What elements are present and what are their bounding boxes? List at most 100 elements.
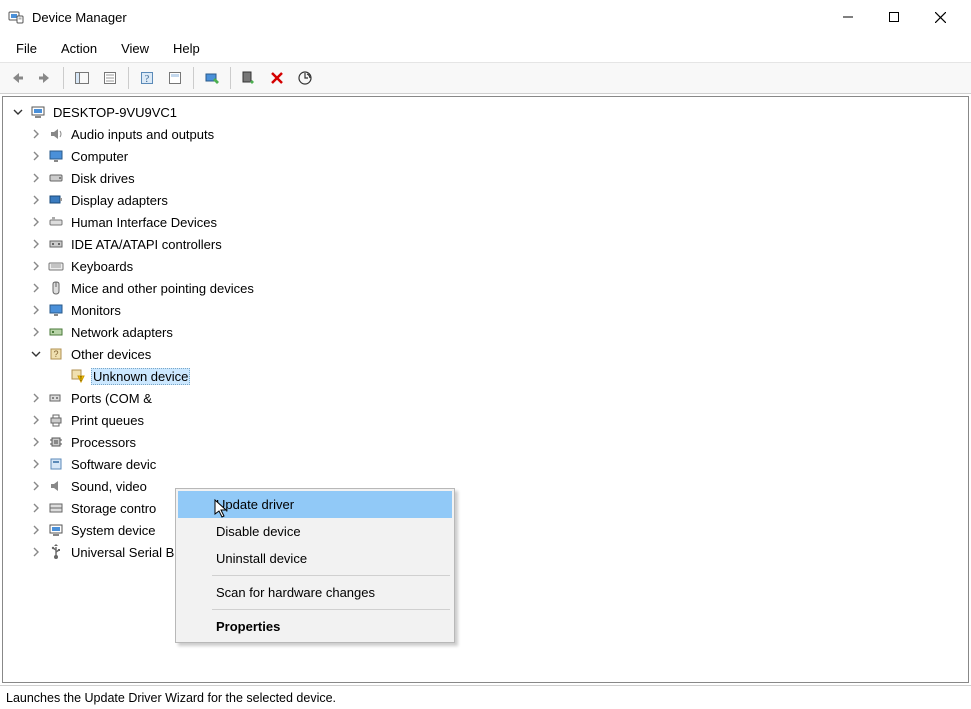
maximize-button[interactable] (871, 2, 917, 32)
context-menu-properties[interactable]: Properties (178, 613, 452, 640)
tree-node-ports[interactable]: Ports (COM & (5, 387, 966, 409)
forward-button[interactable] (32, 65, 58, 91)
tree-node-hid[interactable]: Human Interface Devices (5, 211, 966, 233)
close-button[interactable] (917, 2, 963, 32)
chevron-right-icon[interactable] (29, 501, 43, 515)
disk-icon (47, 169, 65, 187)
tree-node-network[interactable]: Network adapters (5, 321, 966, 343)
menu-help[interactable]: Help (163, 38, 210, 59)
tree-node-software[interactable]: Software devic (5, 453, 966, 475)
chevron-right-icon[interactable] (29, 413, 43, 427)
chevron-right-icon[interactable] (29, 259, 43, 273)
update-driver-button[interactable] (199, 65, 225, 91)
node-label: Display adapters (69, 192, 170, 209)
chevron-right-icon[interactable] (29, 479, 43, 493)
chevron-right-icon[interactable] (29, 237, 43, 251)
chevron-down-icon[interactable] (11, 105, 25, 119)
speaker-icon (47, 125, 65, 143)
ports-icon (47, 389, 65, 407)
chevron-right-icon[interactable] (29, 281, 43, 295)
menu-view[interactable]: View (111, 38, 159, 59)
menu-file[interactable]: File (6, 38, 47, 59)
tree-node-print[interactable]: Print queues (5, 409, 966, 431)
chevron-right-icon[interactable] (29, 391, 43, 405)
context-menu-disable-device[interactable]: Disable device (178, 518, 452, 545)
chevron-right-icon[interactable] (29, 303, 43, 317)
show-hide-console-tree-button[interactable] (69, 65, 95, 91)
node-root-label: DESKTOP-9VU9VC1 (51, 104, 179, 121)
toolbar-sep (128, 67, 129, 89)
uninstall-device-button[interactable] (264, 65, 290, 91)
context-menu-sep (212, 609, 450, 610)
chevron-right-icon[interactable] (29, 149, 43, 163)
node-label: Print queues (69, 412, 146, 429)
help-button[interactable]: ? (134, 65, 160, 91)
tree-node-audio[interactable]: Audio inputs and outputs (5, 123, 966, 145)
context-menu-update-driver[interactable]: Update driver (178, 491, 452, 518)
chevron-down-icon[interactable] (29, 347, 43, 361)
tree-node-display[interactable]: Display adapters (5, 189, 966, 211)
minimize-button[interactable] (825, 2, 871, 32)
chevron-right-icon[interactable] (29, 457, 43, 471)
device-tree[interactable]: DESKTOP-9VU9VC1 Audio inputs and outputs… (2, 96, 969, 683)
usb-icon (47, 543, 65, 561)
tree-root[interactable]: DESKTOP-9VU9VC1 (5, 101, 966, 123)
chevron-right-icon[interactable] (29, 193, 43, 207)
tree-node-monitors[interactable]: Monitors (5, 299, 966, 321)
tree-node-processors[interactable]: Processors (5, 431, 966, 453)
node-label: Other devices (69, 346, 153, 363)
window-controls (825, 2, 963, 32)
chevron-right-icon[interactable] (29, 127, 43, 141)
node-label: Monitors (69, 302, 123, 319)
tree-node-ide[interactable]: IDE ATA/ATAPI controllers (5, 233, 966, 255)
tree-node-unknown-device[interactable]: ! Unknown device (5, 365, 966, 387)
tree-node-system[interactable]: System device (5, 519, 966, 541)
tree-node-keyboards[interactable]: Keyboards (5, 255, 966, 277)
window-title: Device Manager (32, 10, 127, 25)
tree-node-mice[interactable]: Mice and other pointing devices (5, 277, 966, 299)
tree-node-sound[interactable]: Sound, video (5, 475, 966, 497)
node-label: Audio inputs and outputs (69, 126, 216, 143)
node-label: Mice and other pointing devices (69, 280, 256, 297)
node-label: Keyboards (69, 258, 135, 275)
menu-action[interactable]: Action (51, 38, 107, 59)
node-label: Computer (69, 148, 130, 165)
sound-icon (47, 477, 65, 495)
node-label: Processors (69, 434, 138, 451)
context-menu-uninstall-device[interactable]: Uninstall device (178, 545, 452, 572)
statusbar: Launches the Update Driver Wizard for th… (0, 685, 971, 709)
tree-node-storage[interactable]: Storage contro (5, 497, 966, 519)
chevron-right-icon[interactable] (29, 325, 43, 339)
context-menu-scan-hardware[interactable]: Scan for hardware changes (178, 579, 452, 606)
unknown-device-warning-icon: ! (69, 367, 87, 385)
properties-button[interactable] (97, 65, 123, 91)
node-label: Network adapters (69, 324, 175, 341)
action-button[interactable] (162, 65, 188, 91)
monitor-icon (47, 147, 65, 165)
tree-node-usb[interactable]: Universal Serial Bus controllers (5, 541, 966, 563)
chevron-right-icon[interactable] (29, 545, 43, 559)
node-label: Unknown device (91, 368, 190, 385)
tree-node-computer[interactable]: Computer (5, 145, 966, 167)
node-label: Software devic (69, 456, 158, 473)
node-label: System device (69, 522, 158, 539)
disable-device-button[interactable] (236, 65, 262, 91)
content-area: DESKTOP-9VU9VC1 Audio inputs and outputs… (0, 94, 971, 685)
tree-node-other[interactable]: ? Other devices (5, 343, 966, 365)
storage-icon (47, 499, 65, 517)
tree-node-disk[interactable]: Disk drives (5, 167, 966, 189)
chevron-right-icon[interactable] (29, 215, 43, 229)
system-icon (47, 521, 65, 539)
svg-text:!: ! (80, 376, 82, 383)
chevron-right-icon[interactable] (29, 523, 43, 537)
computer-icon (29, 103, 47, 121)
back-button[interactable] (4, 65, 30, 91)
toolbar: ? (0, 62, 971, 94)
chevron-right-icon[interactable] (29, 435, 43, 449)
node-label: Ports (COM & (69, 390, 154, 407)
scan-hardware-button[interactable] (292, 65, 318, 91)
cpu-icon (47, 433, 65, 451)
network-icon (47, 323, 65, 341)
chevron-right-icon[interactable] (29, 171, 43, 185)
node-label: Sound, video (69, 478, 149, 495)
